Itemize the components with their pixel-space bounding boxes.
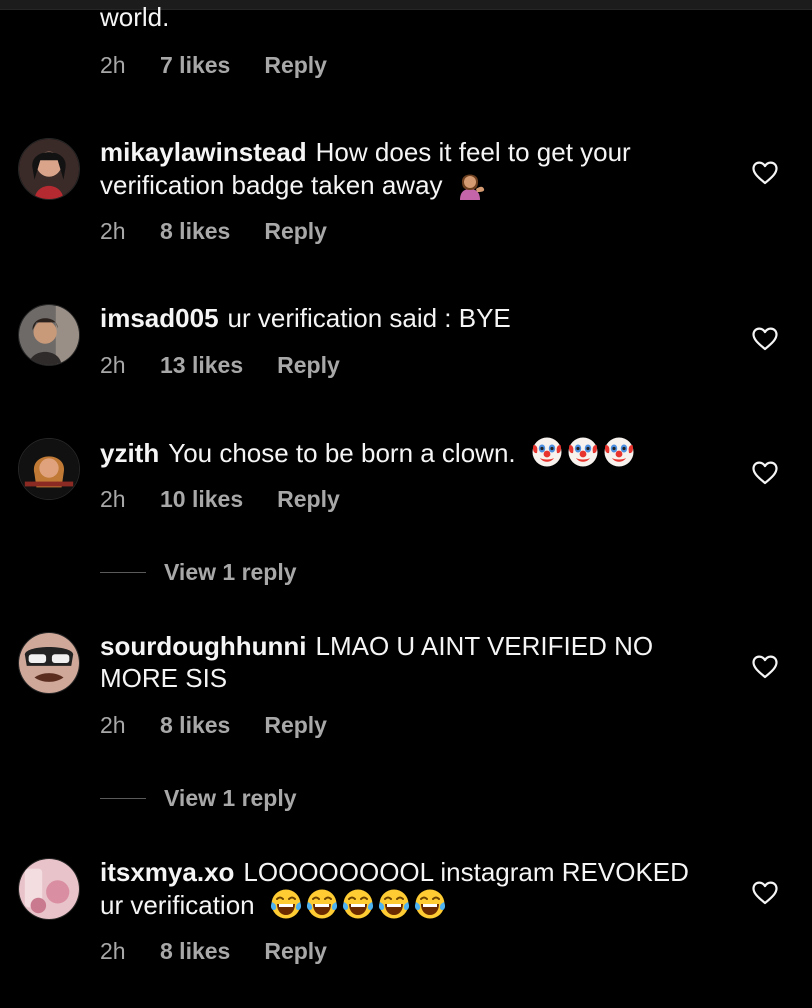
- like-heart-icon[interactable]: [752, 881, 778, 905]
- view-replies-button[interactable]: View 1 reply: [100, 558, 297, 586]
- like-heart-icon[interactable]: [752, 161, 778, 185]
- like-heart-icon[interactable]: [752, 655, 778, 679]
- view-replies-label: View 1 reply: [164, 785, 297, 811]
- reply-button[interactable]: Reply: [277, 351, 340, 379]
- comment-meta: 2h 13 likes Reply: [100, 351, 340, 379]
- comment-body: sourdoughhunni LMAO U AINT VERIFIED NO MO…: [100, 630, 710, 694]
- comment-username[interactable]: yzith: [100, 438, 159, 468]
- comment-meta-partial: 2h 7 likes Reply: [100, 51, 327, 79]
- clown-face-icon: [603, 436, 635, 468]
- comment-username[interactable]: sourdoughhunni: [100, 631, 307, 661]
- tears-of-joy-icon: [378, 888, 410, 920]
- view-replies-button[interactable]: View 1 reply: [100, 784, 297, 812]
- clown-face-icon: [531, 436, 563, 468]
- comment-body: itsxmya.xo LOOOOOOOOL instagram REVOKED u…: [100, 856, 710, 921]
- comment-meta: 2h 8 likes Reply: [100, 711, 327, 739]
- avatar[interactable]: [18, 858, 80, 920]
- tears-of-joy-icon: [306, 888, 338, 920]
- replies-divider-line: [100, 797, 146, 799]
- view-replies-label: View 1 reply: [164, 559, 297, 585]
- comment-username[interactable]: mikaylawinstead: [100, 137, 307, 167]
- avatar[interactable]: [18, 304, 80, 366]
- reply-button[interactable]: Reply: [277, 485, 340, 513]
- comment-time: 2h: [100, 938, 126, 964]
- comment-username[interactable]: imsad005: [100, 303, 219, 333]
- reply-button[interactable]: Reply: [264, 711, 327, 739]
- comment-likes-count[interactable]: 8 likes: [160, 711, 230, 739]
- like-heart-icon[interactable]: [752, 327, 778, 351]
- comment-meta: 2h 8 likes Reply: [100, 217, 327, 245]
- comment-meta: 2h 8 likes Reply: [100, 937, 327, 965]
- comment-likes-count[interactable]: 7 likes: [160, 51, 230, 79]
- reply-button[interactable]: Reply: [264, 51, 327, 79]
- reply-button[interactable]: Reply: [264, 217, 327, 245]
- reply-button[interactable]: Reply: [264, 937, 327, 965]
- avatar[interactable]: [18, 138, 80, 200]
- comment-body: mikaylawinstead How does it feel to get y…: [100, 136, 710, 201]
- comment-time: 2h: [100, 712, 126, 738]
- comment-time: 2h: [100, 352, 126, 378]
- replies-divider-line: [100, 571, 146, 573]
- comment-time: 2h: [100, 52, 126, 78]
- comment-likes-count[interactable]: 13 likes: [160, 351, 243, 379]
- comment-likes-count[interactable]: 10 likes: [160, 485, 243, 513]
- comment-likes-count[interactable]: 8 likes: [160, 937, 230, 965]
- comment-username[interactable]: itsxmya.xo: [100, 857, 234, 887]
- like-heart-icon[interactable]: [752, 461, 778, 485]
- comment-text: ur verification said : BYE: [227, 303, 511, 333]
- comment-text-partial: world.: [100, 2, 170, 32]
- tears-of-joy-icon: [342, 888, 374, 920]
- comment-body: yzith You chose to be born a clown.: [100, 436, 710, 469]
- avatar[interactable]: [18, 438, 80, 500]
- comment-time: 2h: [100, 218, 126, 244]
- comment-likes-count[interactable]: 8 likes: [160, 217, 230, 245]
- comment-body: imsad005 ur verification said : BYE: [100, 302, 710, 334]
- comment-meta: 2h 10 likes Reply: [100, 485, 340, 513]
- tears-of-joy-icon: [414, 888, 446, 920]
- tears-of-joy-icon: [270, 888, 302, 920]
- avatar[interactable]: [18, 632, 80, 694]
- comment-text: You chose to be born a clown.: [168, 438, 516, 468]
- comment-time: 2h: [100, 486, 126, 512]
- clown-face-icon: [567, 436, 599, 468]
- person-tipping-hand-icon: [454, 168, 486, 200]
